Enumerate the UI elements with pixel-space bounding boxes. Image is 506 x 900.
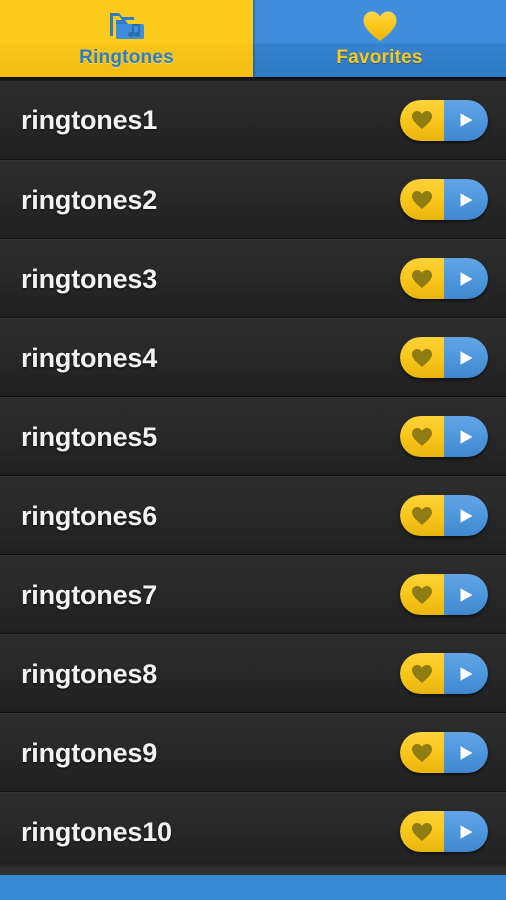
table-row[interactable]: ringtones8 [0,634,506,713]
ringtone-title: ringtones7 [21,579,158,610]
ringtone-title: ringtones1 [21,105,158,135]
tab-ringtones-label: Ringtones [79,47,174,68]
play-button[interactable] [444,495,488,536]
play-button[interactable] [444,574,488,615]
ringtone-list[interactable]: ringtones1 ringtones2 ringtones3 rington… [0,81,506,863]
play-button[interactable] [444,732,488,773]
row-actions [400,811,488,852]
bottom-separator [0,863,506,875]
tab-favorites-label: Favorites [336,47,423,68]
play-button[interactable] [444,258,488,299]
ringtone-title: ringtones9 [21,737,158,768]
tab-divider [253,0,255,77]
table-row[interactable]: ringtones2 [0,160,506,239]
ringtone-title: ringtones10 [21,816,172,847]
play-button[interactable] [444,811,488,852]
favorite-button[interactable] [400,416,444,457]
app-root: Ringtones Favorites ringtones1 ringtones… [0,0,506,900]
play-button[interactable] [444,99,488,141]
row-actions [400,574,488,615]
table-row[interactable]: ringtones7 [0,555,506,634]
play-button[interactable] [444,337,488,378]
favorite-button[interactable] [400,495,444,536]
ringtone-title: ringtones3 [21,263,158,294]
folder-music-icon [106,6,148,46]
favorite-button[interactable] [400,337,444,378]
favorite-button[interactable] [400,811,444,852]
favorite-button[interactable] [400,574,444,615]
ringtone-title: ringtones5 [21,421,158,452]
row-actions [400,99,488,141]
ringtone-title: ringtones8 [21,658,158,689]
table-row[interactable]: ringtones9 [0,713,506,792]
row-actions [400,179,488,220]
ringtone-title: ringtones4 [21,342,158,373]
ringtone-title: ringtones2 [21,184,158,215]
table-row[interactable]: ringtones1 [0,81,506,160]
play-button[interactable] [444,179,488,220]
table-row[interactable]: ringtones4 [0,318,506,397]
favorite-button[interactable] [400,258,444,299]
row-actions [400,258,488,299]
tab-ringtones[interactable]: Ringtones [0,0,253,77]
favorite-button[interactable] [400,179,444,220]
favorite-button[interactable] [400,653,444,694]
row-actions [400,732,488,773]
bottom-navigation-bar[interactable] [0,875,506,900]
row-actions [400,653,488,694]
table-row[interactable]: ringtones6 [0,476,506,555]
ringtone-title: ringtones6 [21,500,158,531]
row-actions [400,495,488,536]
row-actions [400,416,488,457]
table-row[interactable]: ringtones5 [0,397,506,476]
favorite-button[interactable] [400,732,444,773]
play-button[interactable] [444,653,488,694]
table-row[interactable]: ringtones3 [0,239,506,318]
heart-icon [362,6,398,46]
tab-favorites[interactable]: Favorites [253,0,506,77]
row-actions [400,337,488,378]
play-button[interactable] [444,416,488,457]
favorite-button[interactable] [400,99,444,141]
tab-bar: Ringtones Favorites [0,0,506,77]
table-row[interactable]: ringtones10 [0,792,506,863]
